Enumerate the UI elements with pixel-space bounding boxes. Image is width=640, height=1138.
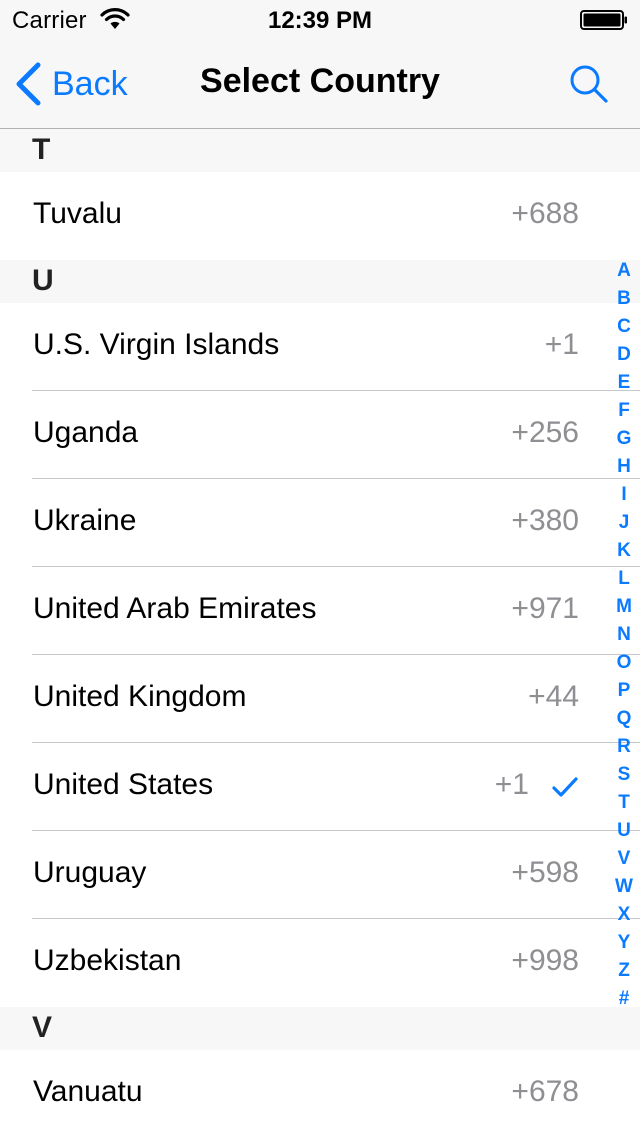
- dial-code: +971: [511, 592, 579, 625]
- section-letter: V: [32, 1011, 53, 1044]
- navigation-bar: Back Select Country: [0, 40, 640, 129]
- index-letter[interactable]: P: [610, 677, 638, 705]
- index-letter[interactable]: F: [610, 397, 638, 425]
- country-name: Uruguay: [33, 856, 147, 889]
- country-row[interactable]: United Arab Emirates +971: [0, 567, 640, 655]
- country-name: U.S. Virgin Islands: [33, 328, 280, 361]
- country-row[interactable]: Uruguay +598: [0, 831, 640, 919]
- index-letter[interactable]: B: [610, 285, 638, 313]
- country-name: United Arab Emirates: [33, 592, 317, 625]
- index-letter[interactable]: X: [610, 901, 638, 929]
- index-letter[interactable]: O: [610, 649, 638, 677]
- section-letter: U: [32, 264, 54, 297]
- section-letter: T: [32, 133, 51, 166]
- section-header: T: [0, 129, 640, 172]
- index-letter[interactable]: Y: [610, 929, 638, 957]
- country-row[interactable]: Vanuatu +678: [0, 1050, 640, 1138]
- section-header: U: [0, 260, 640, 303]
- index-letter[interactable]: V: [610, 845, 638, 873]
- country-row[interactable]: United States +1: [0, 743, 640, 831]
- index-letter[interactable]: I: [610, 481, 638, 509]
- index-letter[interactable]: #: [610, 985, 638, 1013]
- index-letter[interactable]: M: [610, 593, 638, 621]
- dial-code: +1: [544, 328, 579, 361]
- index-letter[interactable]: T: [610, 789, 638, 817]
- index-letter[interactable]: S: [610, 761, 638, 789]
- country-row[interactable]: Uganda +256: [0, 391, 640, 479]
- country-row[interactable]: Uzbekistan +998: [0, 919, 640, 1007]
- checkmark-icon: [552, 777, 578, 797]
- index-letter[interactable]: A: [610, 257, 638, 285]
- country-name: Vanuatu: [33, 1075, 143, 1108]
- index-letter[interactable]: W: [610, 873, 638, 901]
- country-row[interactable]: Tuvalu +688: [0, 172, 640, 260]
- country-name: Ukraine: [33, 504, 137, 537]
- country-row[interactable]: United Kingdom +44: [0, 655, 640, 743]
- country-name: Uganda: [33, 416, 139, 449]
- dial-code: +678: [511, 1075, 579, 1108]
- index-letter[interactable]: G: [610, 425, 638, 453]
- clock: 12:39 PM: [267, 7, 373, 34]
- country-name: Tuvalu: [33, 197, 122, 230]
- section-header: V: [0, 1007, 640, 1050]
- dial-code: +380: [511, 504, 579, 537]
- index-letter[interactable]: C: [610, 313, 638, 341]
- page-title: Select Country: [200, 62, 440, 100]
- index-letter[interactable]: K: [610, 537, 638, 565]
- dial-code: +1: [494, 768, 529, 801]
- search-icon[interactable]: [568, 63, 610, 105]
- index-letter[interactable]: D: [610, 341, 638, 369]
- country-name: Uzbekistan: [33, 944, 182, 977]
- section-index[interactable]: A B C D E F G H I J K L M N O P Q R S T U V W X Y Z #: [610, 257, 638, 1013]
- index-letter[interactable]: J: [610, 509, 638, 537]
- dial-code: +44: [528, 680, 579, 713]
- country-name: United Kingdom: [33, 680, 247, 713]
- dial-code: +688: [511, 197, 579, 230]
- country-row[interactable]: Ukraine +380: [0, 479, 640, 567]
- index-letter[interactable]: U: [610, 817, 638, 845]
- dial-code: +598: [511, 856, 579, 889]
- index-letter[interactable]: Z: [610, 957, 638, 985]
- index-letter[interactable]: R: [610, 733, 638, 761]
- index-letter[interactable]: L: [610, 565, 638, 593]
- index-letter[interactable]: Q: [610, 705, 638, 733]
- index-letter[interactable]: H: [610, 453, 638, 481]
- index-letter[interactable]: E: [610, 369, 638, 397]
- country-row[interactable]: U.S. Virgin Islands +1: [0, 303, 640, 391]
- dial-code: +998: [511, 944, 579, 977]
- country-list: T Tuvalu +688 U U.S. Virgin Islands +1 Uganda +…: [0, 129, 640, 1138]
- index-letter[interactable]: N: [610, 621, 638, 649]
- country-name: United States: [33, 768, 214, 801]
- status-bar: Carrier 12:39 PM: [0, 0, 640, 40]
- battery-icon: [580, 10, 627, 30]
- dial-code: +256: [511, 416, 579, 449]
